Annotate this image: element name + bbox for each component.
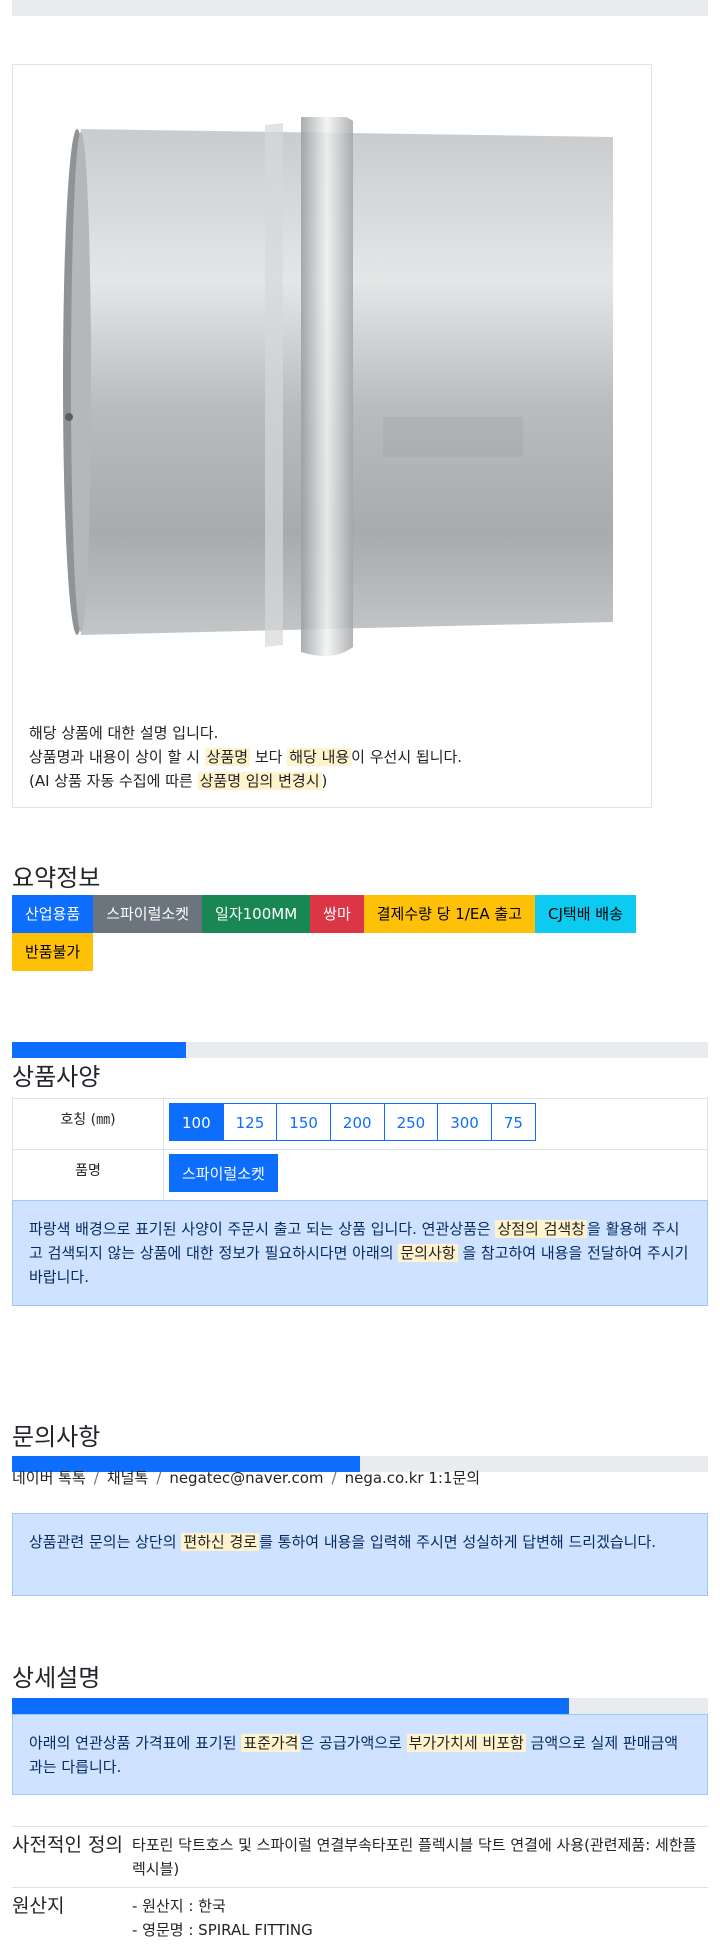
channel-separator: / bbox=[148, 1469, 169, 1487]
badge-category: 산업용품 bbox=[12, 895, 93, 933]
spec-progress-fill bbox=[12, 1042, 186, 1058]
badge-quantity: 결제수량 당 1/EA 출고 bbox=[364, 895, 535, 933]
badge-spec: 일자100MM bbox=[202, 895, 310, 933]
size-option-150[interactable]: 150 bbox=[276, 1103, 331, 1141]
badge-product-name: 스파이럴소켓 bbox=[93, 895, 202, 933]
channel-separator: / bbox=[86, 1469, 107, 1487]
highlight-channel: 편하신 경로 bbox=[181, 1533, 259, 1551]
description-line-3: (AI 상품 자동 수집에 따른 상품명 임의 변경시) bbox=[29, 769, 641, 793]
product-photo bbox=[53, 117, 613, 657]
description-line-2: 상품명과 내용이 상이 할 시 상품명 보다 해당 내용이 우선시 됩니다. bbox=[29, 745, 641, 769]
product-description: 해당 상품에 대한 설명 입니다. 상품명과 내용이 상이 할 시 상품명 보다… bbox=[29, 721, 641, 793]
description-text: 이 우선시 됩니다. bbox=[351, 748, 462, 766]
term-origin: 원산지 bbox=[12, 1888, 132, 1948]
detail-notice: 아래의 연관상품 가격표에 표기된 표준가격은 공급가액으로 부가가치세 비포함… bbox=[12, 1714, 708, 1795]
size-options-cell: 100 125 150 200 250 300 75 bbox=[164, 1099, 708, 1150]
size-option-100[interactable]: 100 bbox=[169, 1103, 224, 1141]
highlight-search: 상점의 검색창 bbox=[495, 1220, 587, 1238]
name-options-cell: 스파이럴소켓 bbox=[164, 1150, 708, 1201]
highlight-name-change: 상품명 임의 변경시 bbox=[198, 772, 322, 790]
inquiry-heading: 문의사항 bbox=[12, 1417, 100, 1452]
inquiry-notice: 상품관련 문의는 상단의 편하신 경로를 통하여 내용을 입력해 주시면 성실하… bbox=[12, 1513, 708, 1596]
channel-website[interactable]: nega.co.kr 1:1문의 bbox=[345, 1469, 481, 1487]
badge-brand: 쌍마 bbox=[310, 895, 364, 933]
product-image-card: 해당 상품에 대한 설명 입니다. 상품명과 내용이 상이 할 시 상품명 보다… bbox=[12, 64, 652, 808]
channel-naver-talk[interactable]: 네이버 톡톡 bbox=[12, 1469, 86, 1487]
summary-heading: 요약정보 bbox=[12, 858, 100, 893]
highlight-standard-price: 표준가격 bbox=[241, 1734, 300, 1752]
highlight-inquiry: 문의사항 bbox=[398, 1244, 457, 1262]
origin-english-name: - 영문명 : SPIRAL FITTING bbox=[132, 1918, 708, 1942]
channel-separator: / bbox=[324, 1469, 345, 1487]
notice-text: 파랑색 배경으로 표기된 사양이 주문시 출고 되는 상품 입니다. 연관상품은 bbox=[29, 1220, 495, 1238]
notice-text: 은 공급가액으로 bbox=[300, 1734, 406, 1752]
value-origin: - 원산지 : 한국 - 영문명 : SPIRAL FITTING bbox=[132, 1888, 708, 1948]
value-definition: 타포린 닥트호스 및 스파이럴 연결부속타포린 플렉시블 닥트 연결에 사용(관… bbox=[132, 1827, 708, 1888]
size-option-200[interactable]: 200 bbox=[330, 1103, 385, 1141]
size-options: 100 125 150 200 250 300 75 bbox=[164, 1099, 707, 1145]
origin-country: - 원산지 : 한국 bbox=[132, 1894, 708, 1918]
detail-progress-fill bbox=[12, 1698, 569, 1714]
detail-row-definition: 사전적인 정의 타포린 닥트호스 및 스파이럴 연결부속타포린 플렉시블 닥트 … bbox=[12, 1827, 708, 1888]
notice-text: 를 통하여 내용을 입력해 주시면 성실하게 답변해 드리겠습니다. bbox=[259, 1533, 656, 1551]
size-option-300[interactable]: 300 bbox=[437, 1103, 492, 1141]
channel-email[interactable]: negatec@naver.com bbox=[169, 1469, 323, 1487]
name-option[interactable]: 스파이럴소켓 bbox=[169, 1154, 278, 1192]
description-text: ) bbox=[322, 772, 328, 790]
size-option-125[interactable]: 125 bbox=[223, 1103, 278, 1141]
size-label: 호칭 (㎜) bbox=[13, 1099, 164, 1150]
spec-progress-bar bbox=[12, 1042, 708, 1058]
notice-text: 아래의 연관상품 가격표에 표기된 bbox=[29, 1734, 241, 1752]
spec-table: 호칭 (㎜) 100 125 150 200 250 300 75 품명 스파이… bbox=[12, 1098, 708, 1201]
detail-table: 사전적인 정의 타포린 닥트호스 및 스파이럴 연결부속타포린 플렉시블 닥트 … bbox=[12, 1826, 708, 1948]
badge-no-return: 반품불가 bbox=[12, 933, 93, 971]
size-option-250[interactable]: 250 bbox=[384, 1103, 439, 1141]
inquiry-channels: 네이버 톡톡/채널톡/negatec@naver.com/nega.co.kr … bbox=[12, 1467, 480, 1488]
channel-channeltalk[interactable]: 채널톡 bbox=[107, 1469, 148, 1487]
detail-row-origin: 원산지 - 원산지 : 한국 - 영문명 : SPIRAL FITTING bbox=[12, 1888, 708, 1948]
top-progress-bar bbox=[12, 0, 708, 16]
spec-heading: 상품사양 bbox=[12, 1057, 100, 1092]
notice-text: 상품관련 문의는 상단의 bbox=[29, 1533, 181, 1551]
summary-badges: 산업용품 스파이럴소켓 일자100MM 쌍마 결제수량 당 1/EA 출고 CJ… bbox=[12, 895, 708, 971]
spec-notice: 파랑색 배경으로 표기된 사양이 주문시 출고 되는 상품 입니다. 연관상품은… bbox=[12, 1200, 708, 1306]
highlight-vat: 부가가치세 비포함 bbox=[407, 1734, 526, 1752]
description-text: 상품명과 내용이 상이 할 시 bbox=[29, 748, 205, 766]
description-text: 보다 bbox=[250, 748, 287, 766]
name-options: 스파이럴소켓 bbox=[164, 1150, 707, 1196]
size-option-75[interactable]: 75 bbox=[491, 1103, 536, 1141]
highlight-product-name: 상품명 bbox=[205, 748, 250, 766]
description-line-1: 해당 상품에 대한 설명 입니다. bbox=[29, 721, 641, 745]
description-text: (AI 상품 자동 수집에 따른 bbox=[29, 772, 198, 790]
highlight-content: 해당 내용 bbox=[287, 748, 351, 766]
badge-shipping: CJ택배 배송 bbox=[535, 895, 636, 933]
detail-heading: 상세설명 bbox=[12, 1658, 100, 1693]
term-definition: 사전적인 정의 bbox=[12, 1827, 132, 1888]
name-label: 품명 bbox=[13, 1150, 164, 1201]
detail-progress-bar bbox=[12, 1698, 708, 1714]
